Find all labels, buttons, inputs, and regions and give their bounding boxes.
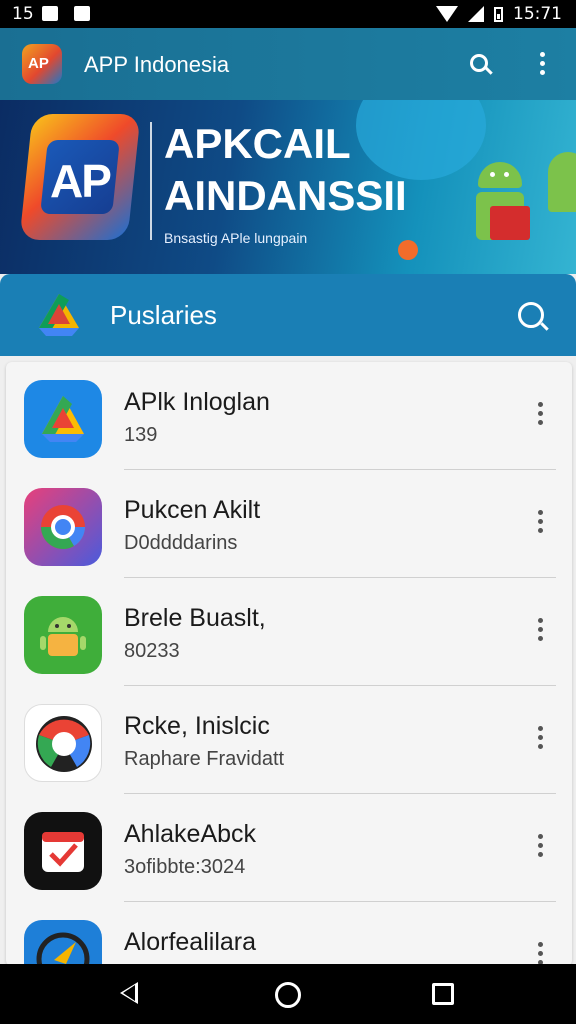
app-name: AhlakeAbck — [124, 820, 257, 848]
app-name: Brele Buaslt, — [124, 604, 266, 632]
list-item[interactable]: AhlakeAbck 3ofibbte:3024 — [6, 794, 572, 902]
app-name: Rcke, Inislcic — [124, 712, 270, 740]
app-list: APlk Inloglan 139 Pukcen Akilt D0ddddari… — [6, 362, 572, 966]
list-item[interactable]: Rcke, Inislcic Raphare Fravidatt — [6, 686, 572, 794]
android-app-icon — [24, 596, 102, 674]
app-name: APlk Inloglan — [124, 388, 270, 416]
search-icon[interactable] — [470, 54, 488, 72]
app-subtitle: 3ofibbte:3024 — [124, 856, 246, 878]
signal-icon — [468, 6, 484, 22]
banner-divider — [150, 122, 152, 240]
app-subtitle: 80233 — [124, 640, 180, 662]
android-mascot-icon-2 — [548, 152, 576, 212]
more-vert-icon[interactable] — [538, 618, 544, 645]
status-time: 15:71 — [513, 4, 562, 24]
decorative-blob — [356, 100, 486, 180]
drive-app-icon — [24, 380, 102, 458]
banner-headline-2: AINDANSSII — [164, 172, 407, 219]
promo-banner[interactable]: AP APKCAIL AINDANSSII Bnsastig APle lung… — [0, 100, 576, 274]
chrome-app-icon — [24, 488, 102, 566]
status-bar: 15 15:71 — [0, 0, 576, 28]
orange-orb-icon — [398, 240, 418, 260]
android-mascot-icon — [470, 162, 530, 252]
back-icon[interactable] — [120, 982, 138, 1004]
banner-headline-1: APKCAIL — [164, 120, 351, 167]
app-subtitle: Raphare Fravidatt — [124, 748, 285, 770]
list-item[interactable]: Pukcen Akilt D0ddddarins — [6, 470, 572, 578]
drive-icon — [39, 294, 79, 336]
category-title: Puslaries — [110, 300, 217, 330]
app-name: Pukcen Akilt — [124, 496, 261, 524]
recents-icon[interactable] — [432, 983, 454, 1005]
more-vert-icon[interactable] — [538, 834, 544, 861]
category-header: Puslaries — [0, 274, 576, 356]
list-item[interactable]: Brele Buaslt, 80233 — [6, 578, 572, 686]
wifi-icon — [436, 6, 458, 22]
list-item[interactable]: Alorfealilara — [6, 902, 572, 966]
app-bar: APP Indonesia — [0, 28, 576, 100]
compass-app-icon — [24, 920, 102, 966]
navigation-bar — [0, 964, 576, 1024]
search-icon[interactable] — [518, 302, 544, 328]
app-subtitle: 139 — [124, 424, 158, 446]
banner-tagline: Bnsastig APle lungpain — [164, 230, 308, 246]
more-vert-icon[interactable] — [538, 942, 544, 966]
image-notification-icon — [42, 6, 58, 21]
more-vert-icon[interactable] — [538, 402, 544, 429]
app-title: APP Indonesia — [84, 52, 230, 77]
app-subtitle: D0ddddarins — [124, 532, 238, 554]
app-logo-icon — [22, 44, 62, 84]
battery-icon — [494, 6, 503, 22]
list-item[interactable]: APlk Inloglan 139 — [6, 362, 572, 470]
more-vert-icon[interactable] — [540, 52, 546, 79]
more-vert-icon[interactable] — [538, 726, 544, 753]
more-vert-icon[interactable] — [538, 510, 544, 537]
home-icon[interactable] — [275, 982, 301, 1008]
status-number: 15 — [12, 4, 34, 24]
banner-logo-text: AP — [50, 155, 112, 207]
google-app-icon — [24, 704, 102, 782]
app-name: Alorfealilara — [124, 928, 257, 956]
calendar-check-app-icon — [24, 812, 102, 890]
mail-notification-icon — [74, 6, 90, 21]
